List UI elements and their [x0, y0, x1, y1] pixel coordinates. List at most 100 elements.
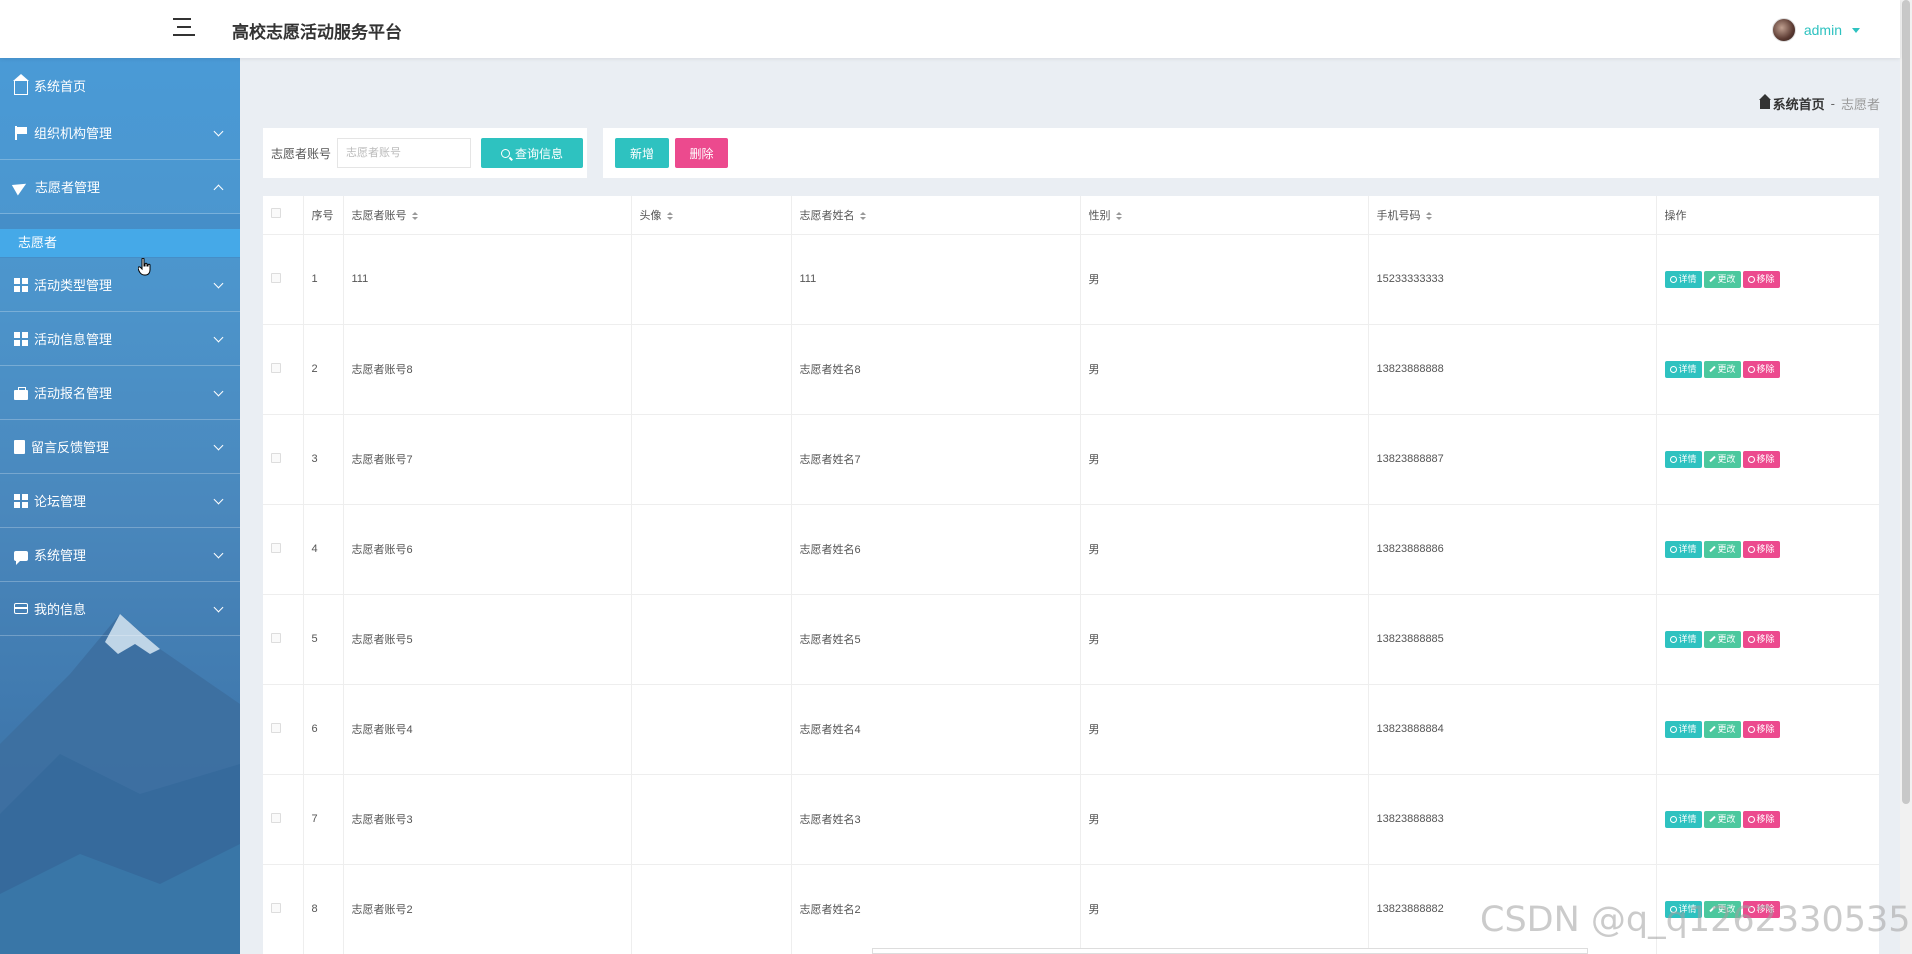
column-header-label: 头像	[639, 209, 662, 222]
user-menu[interactable]: admin	[1771, 18, 1860, 42]
sidebar-item-my-info[interactable]: 我的信息	[0, 582, 240, 636]
cell-actions: 详情 更改 移除	[1656, 504, 1879, 595]
column-header-label: 序号	[311, 209, 334, 222]
sidebar: 系统首页 组织机构管理 志愿者管理 志愿者 活动类型管理 活动信息管理 活动报名…	[0, 58, 240, 954]
add-button[interactable]: 新增	[615, 138, 669, 168]
page-scrollbar[interactable]	[1900, 0, 1912, 954]
row-checkbox[interactable]	[271, 272, 281, 283]
edit-button[interactable]: 更改	[1703, 900, 1741, 918]
edit-label: 更改	[1717, 543, 1736, 554]
remove-button[interactable]: 移除	[1742, 810, 1780, 828]
sidebar-item-label: 我的信息	[34, 602, 87, 617]
detail-button[interactable]: 详情	[1664, 720, 1702, 738]
cell-actions: 详情 更改 移除	[1656, 864, 1879, 954]
cell-no: 3	[303, 414, 344, 505]
edit-button[interactable]: 更改	[1703, 270, 1741, 288]
horizontal-scrollbar[interactable]	[872, 948, 1588, 954]
pencil-icon	[1708, 275, 1716, 283]
sidebar-item-system[interactable]: 系统管理	[0, 528, 240, 582]
pencil-icon	[1708, 545, 1716, 553]
pencil-icon	[1708, 815, 1716, 823]
cell-gender: 男	[1080, 324, 1369, 415]
breadcrumb-home[interactable]: 系统首页	[1758, 94, 1825, 113]
remove-label: 移除	[1756, 363, 1775, 374]
detail-button[interactable]: 详情	[1664, 900, 1702, 918]
remove-button[interactable]: 移除	[1742, 270, 1780, 288]
edit-button[interactable]: 更改	[1703, 540, 1741, 558]
detail-button[interactable]: 详情	[1664, 360, 1702, 378]
sidebar-item-activity-info[interactable]: 活动信息管理	[0, 312, 240, 366]
sidebar-item-label: 志愿者管理	[35, 180, 101, 195]
cell-phone: 13823888883	[1368, 774, 1657, 865]
column-header[interactable]: 志愿者姓名	[791, 196, 1081, 235]
row-select-cell	[263, 864, 304, 954]
scrollbar-thumb[interactable]	[1902, 0, 1910, 804]
search-button[interactable]: 查询信息	[481, 138, 584, 168]
breadcrumb-home-label: 系统首页	[1772, 97, 1825, 112]
row-checkbox[interactable]	[271, 452, 281, 463]
detail-button[interactable]: 详情	[1664, 270, 1702, 288]
grid-icon	[14, 331, 28, 346]
user-name[interactable]: admin	[1804, 22, 1842, 38]
cell-account: 111	[343, 234, 632, 325]
edit-button[interactable]: 更改	[1703, 450, 1741, 468]
row-checkbox[interactable]	[271, 902, 281, 913]
sidebar-item-org[interactable]: 组织机构管理	[0, 106, 240, 160]
sidebar-item-activity-types[interactable]: 活动类型管理	[0, 258, 240, 312]
sort-icon[interactable]	[1425, 211, 1432, 220]
remove-button[interactable]: 移除	[1742, 900, 1780, 918]
sidebar-subitem-volunteer[interactable]: 志愿者	[0, 229, 240, 257]
edit-button[interactable]: 更改	[1703, 360, 1741, 378]
detail-button[interactable]: 详情	[1664, 540, 1702, 558]
menu-toggle-icon[interactable]	[173, 18, 195, 38]
edit-button[interactable]: 更改	[1703, 810, 1741, 828]
sort-icon[interactable]	[1115, 211, 1122, 220]
cell-avatar	[631, 324, 792, 415]
top-header: 高校志愿活动服务平台 admin	[0, 0, 1900, 58]
sidebar-item-volunteers[interactable]: 志愿者管理	[0, 160, 240, 214]
sidebar-item-label: 系统管理	[34, 548, 87, 563]
send-icon	[11, 178, 30, 195]
search-label: 志愿者账号	[271, 146, 332, 161]
remove-button[interactable]: 移除	[1742, 450, 1780, 468]
delete-button[interactable]: 删除	[675, 138, 728, 168]
search-icon	[1669, 275, 1677, 283]
row-checkbox[interactable]	[271, 542, 281, 553]
column-header[interactable]: 志愿者账号	[343, 196, 632, 235]
detail-button[interactable]: 详情	[1664, 630, 1702, 648]
sort-icon[interactable]	[859, 211, 866, 220]
sidebar-item-feedback[interactable]: 留言反馈管理	[0, 420, 240, 474]
remove-button[interactable]: 移除	[1742, 540, 1780, 558]
sidebar-item-forum[interactable]: 论坛管理	[0, 474, 240, 528]
sidebar-item-label: 论坛管理	[34, 494, 87, 509]
edit-button[interactable]: 更改	[1703, 720, 1741, 738]
cell-avatar	[631, 684, 792, 775]
row-checkbox[interactable]	[271, 812, 281, 823]
column-header[interactable]: 头像	[631, 196, 792, 235]
card-icon	[14, 603, 28, 614]
row-checkbox[interactable]	[271, 632, 281, 643]
chevron-down-icon	[213, 548, 224, 559]
remove-button[interactable]: 移除	[1742, 630, 1780, 648]
row-checkbox[interactable]	[271, 722, 281, 733]
column-header[interactable]: 性别	[1080, 196, 1369, 235]
remove-label: 移除	[1756, 273, 1775, 284]
remove-circle-icon	[1747, 455, 1755, 463]
detail-button[interactable]: 详情	[1664, 810, 1702, 828]
edit-button[interactable]: 更改	[1703, 630, 1741, 648]
row-checkbox[interactable]	[271, 362, 281, 373]
detail-label: 详情	[1678, 903, 1697, 914]
select-all-checkbox[interactable]	[271, 208, 281, 219]
pencil-icon	[1708, 725, 1716, 733]
remove-button[interactable]: 移除	[1742, 360, 1780, 378]
detail-button[interactable]: 详情	[1664, 450, 1702, 468]
sort-icon[interactable]	[666, 211, 673, 220]
remove-button[interactable]: 移除	[1742, 720, 1780, 738]
search-input[interactable]	[337, 138, 472, 168]
table-row: 7 志愿者账号3 志愿者姓名3 男 13823888883 详情 更改 移除	[263, 774, 1879, 865]
sort-icon[interactable]	[411, 211, 418, 220]
row-select-cell	[263, 774, 304, 865]
sidebar-item-registration[interactable]: 活动报名管理	[0, 366, 240, 420]
sidebar-item-home[interactable]: 系统首页	[0, 64, 240, 106]
column-header[interactable]: 手机号码	[1368, 196, 1657, 235]
